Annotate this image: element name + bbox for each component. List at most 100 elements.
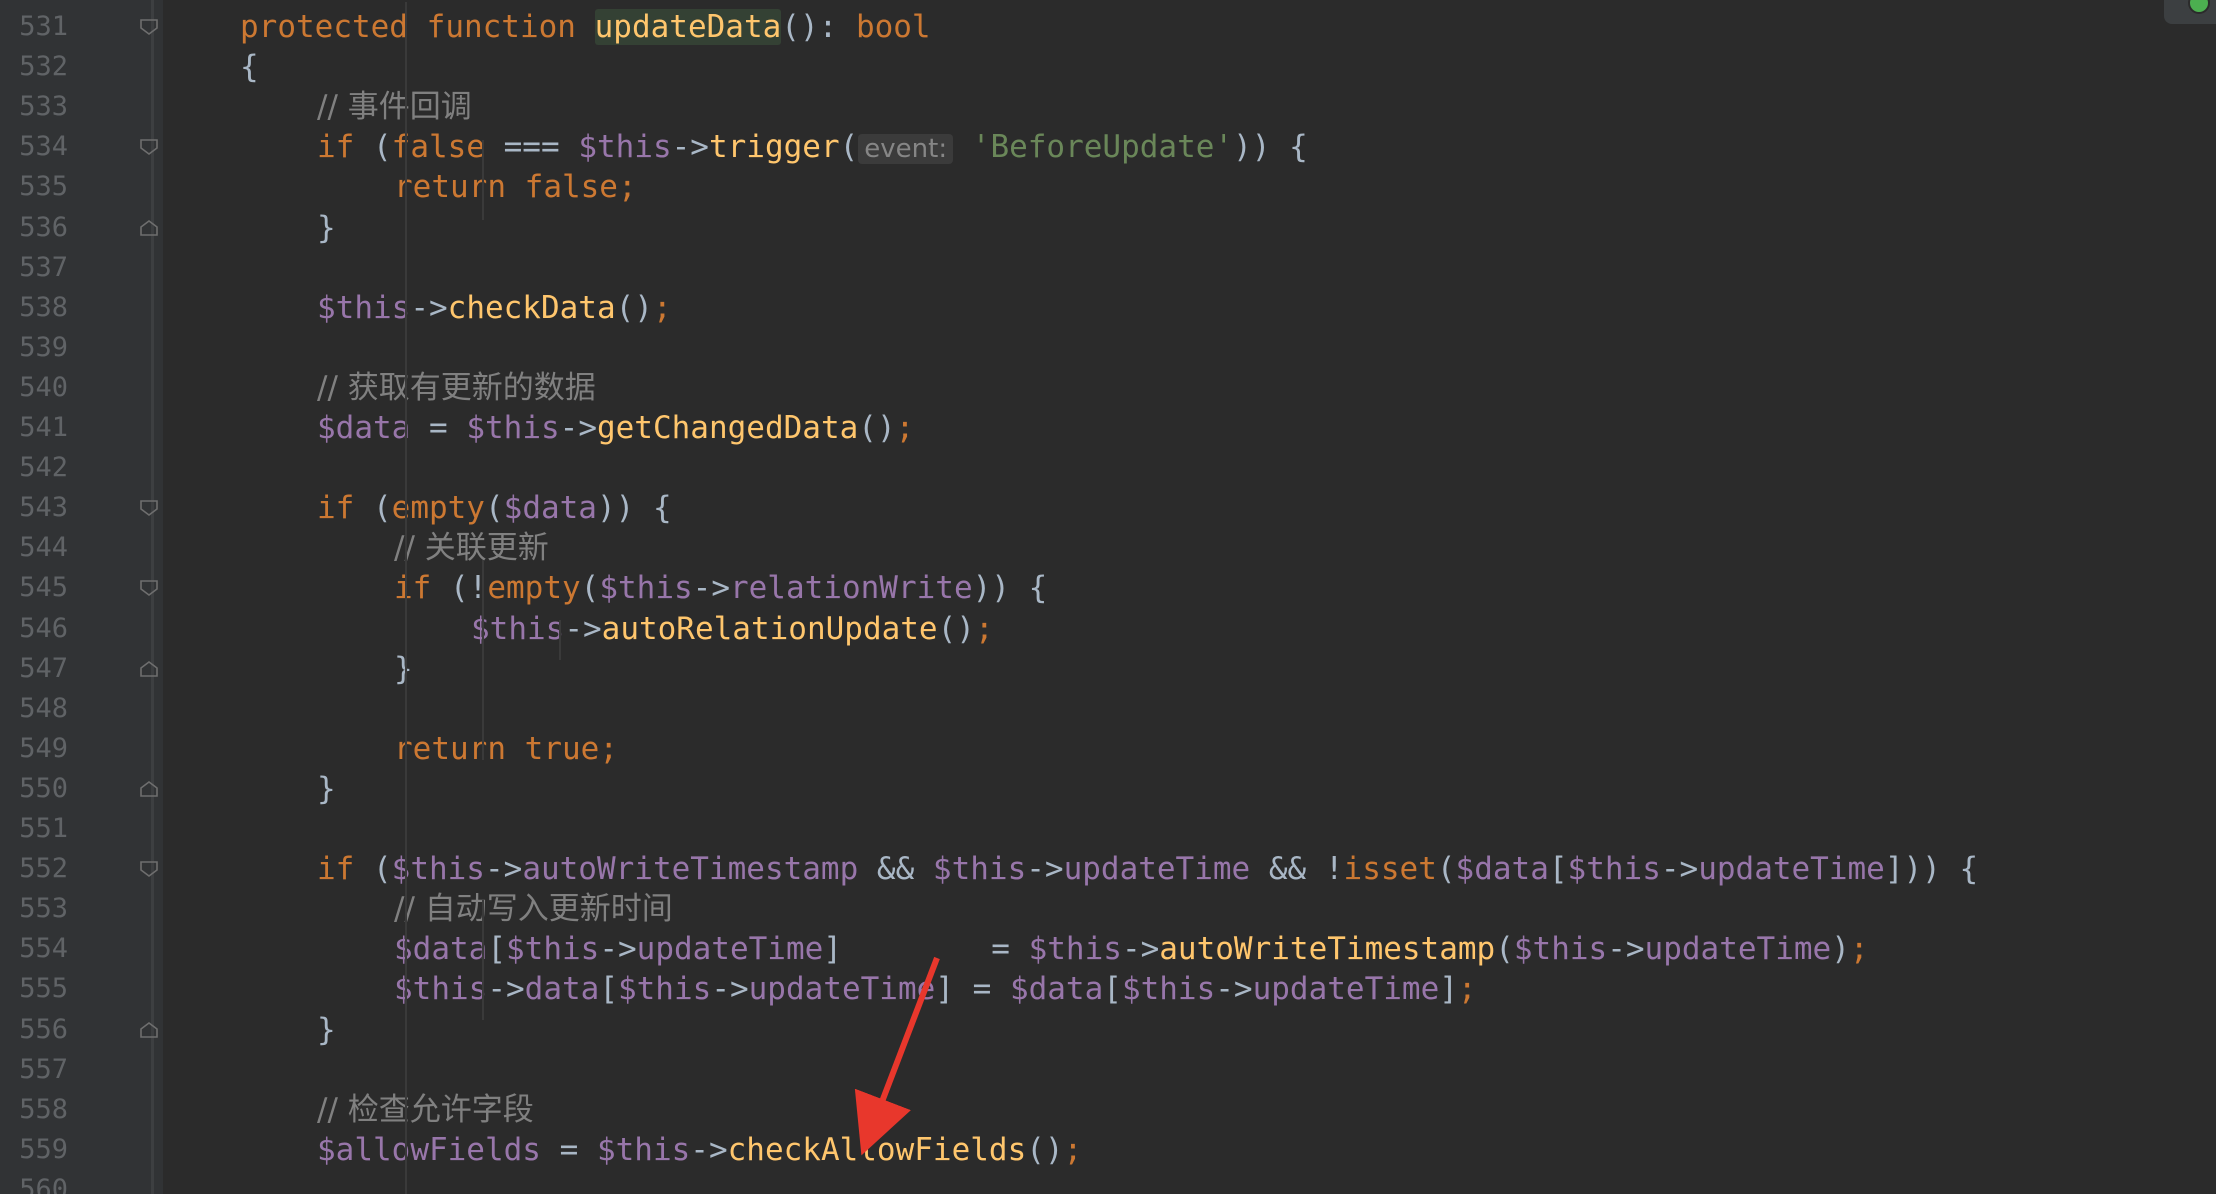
line-number: 558 <box>19 1093 68 1125</box>
code-line[interactable]: 547} <box>0 649 2216 689</box>
line-number: 552 <box>19 853 68 885</box>
code-line[interactable]: 540 // 获取有更新的数据 <box>0 368 2216 408</box>
code-comment: // 获取有更新的数据 <box>317 369 596 406</box>
code-line[interactable]: 543 if (empty($data)) { <box>0 488 2216 528</box>
code-line[interactable]: 539 <box>0 328 2216 368</box>
fold-open-icon[interactable] <box>140 139 158 156</box>
code-token: ; <box>974 610 994 647</box>
code-token: $this <box>1028 931 1122 968</box>
code-line[interactable]: 541 $data = $this->getChangedData(); <box>0 408 2216 448</box>
code-token: updateTime <box>636 931 824 968</box>
code-line[interactable]: 535 return false; <box>0 167 2216 207</box>
code-text[interactable]: if (!empty($this->relationWrite)) { <box>394 568 1047 608</box>
code-token: ( <box>839 129 859 166</box>
code-text[interactable]: $this->checkData(); <box>317 288 672 328</box>
code-text[interactable]: } <box>317 208 336 248</box>
code-text[interactable]: protected function updateData(): bool <box>240 7 931 47</box>
code-line[interactable]: 550} <box>0 769 2216 809</box>
code-line[interactable]: 538 $this->checkData(); <box>0 288 2216 328</box>
code-token: updateTime <box>1063 851 1251 888</box>
code-token: ( <box>580 570 600 607</box>
code-token: bool <box>855 9 931 45</box>
code-line[interactable]: 555 $this->data[$this->updateTime] = $dat… <box>0 969 2216 1009</box>
code-token: $data <box>1009 971 1104 1008</box>
code-text[interactable]: } <box>394 649 413 689</box>
code-line[interactable]: 532 { <box>0 47 2216 87</box>
code-token: [ <box>1548 851 1568 888</box>
fold-open-icon[interactable] <box>140 500 158 517</box>
code-token: () <box>615 289 653 326</box>
fold-close-icon[interactable] <box>140 660 158 677</box>
code-text[interactable]: if (false === $this->trigger(event: 'Bef… <box>317 127 1308 169</box>
code-line[interactable]: 531 protected function updateData(): bool <box>0 7 2216 47</box>
code-line[interactable]: 551 <box>0 809 2216 849</box>
code-token: -> <box>484 851 523 888</box>
code-text[interactable]: return false; <box>394 167 637 207</box>
code-line[interactable]: 537 <box>0 248 2216 288</box>
code-line[interactable]: 556} <box>0 1010 2216 1050</box>
line-number: 550 <box>19 772 68 804</box>
fold-close-icon[interactable] <box>140 780 158 797</box>
code-text[interactable]: // 关联更新 <box>394 528 549 568</box>
fold-open-icon[interactable] <box>140 580 158 597</box>
code-text[interactable]: if (empty($data)) { <box>317 488 672 528</box>
code-line[interactable]: 544 // 关联更新 <box>0 528 2216 568</box>
code-token: ; <box>599 730 618 767</box>
code-token: ; <box>652 289 672 326</box>
code-token: && <box>858 851 933 888</box>
code-line[interactable]: 545 if (!empty($this->relationWrite)) { <box>0 568 2216 608</box>
code-token: empty <box>487 570 581 607</box>
code-line[interactable]: 548 <box>0 689 2216 729</box>
code-token: (): <box>781 9 856 45</box>
code-line[interactable]: 553 // 自动写入更新时间 <box>0 889 2216 929</box>
code-token: -> <box>1026 851 1064 888</box>
fold-close-icon[interactable] <box>140 1021 158 1038</box>
code-text[interactable]: { <box>240 47 259 87</box>
code-line[interactable]: 536} <box>0 208 2216 248</box>
code-line[interactable]: 554 $data[$this->updateTime] = $this->aut… <box>0 929 2216 969</box>
code-token: [ <box>487 931 506 968</box>
code-line[interactable]: 552 if ($this->autoWriteTimestamp && $thi… <box>0 849 2216 889</box>
code-text[interactable]: $this->data[$this->updateTime] = $data[$… <box>394 969 1477 1009</box>
code-text[interactable]: $data[$this->updateTime] = $this->autoWr… <box>394 929 1869 969</box>
code-line[interactable]: 533 // 事件回调 <box>0 87 2216 127</box>
code-text[interactable]: // 检查允许字段 <box>317 1090 534 1130</box>
code-token: ( <box>354 490 392 527</box>
code-token: if <box>317 851 355 888</box>
code-line[interactable]: 546 $this->autoRelationUpdate(); <box>0 609 2216 649</box>
code-token: updateTime <box>1644 931 1832 968</box>
code-token: $this <box>466 410 560 446</box>
line-number: 545 <box>19 572 68 604</box>
code-line[interactable]: 558 // 检查允许字段 <box>0 1090 2216 1130</box>
line-number: 560 <box>19 1173 68 1194</box>
code-token: { <box>240 49 259 86</box>
code-line[interactable]: 542 <box>0 448 2216 488</box>
fold-open-icon[interactable] <box>140 861 158 878</box>
code-text[interactable]: // 事件回调 <box>317 87 472 127</box>
line-number: 543 <box>19 492 68 524</box>
code-line[interactable]: 534 if (false === $this->trigger(event: '… <box>0 127 2216 167</box>
fold-open-icon[interactable] <box>140 19 158 35</box>
code-line[interactable]: 559 $allowFields = $this->checkAllowField… <box>0 1130 2216 1170</box>
code-text[interactable]: $this->autoRelationUpdate(); <box>471 609 994 649</box>
code-line[interactable]: 560 <box>0 1170 2216 1194</box>
code-text[interactable]: return true; <box>394 729 618 769</box>
code-token: ; <box>617 169 637 206</box>
code-text[interactable]: if ($this->autoWriteTimestamp && $this->… <box>317 849 1978 889</box>
code-text[interactable]: } <box>317 769 336 809</box>
code-token: ( <box>354 851 392 888</box>
code-text[interactable]: $allowFields = $this->checkAllowFields()… <box>317 1130 1082 1170</box>
code-token: [ <box>1103 971 1122 1008</box>
code-token: $this <box>617 971 712 1008</box>
code-line[interactable]: 549 return true; <box>0 729 2216 769</box>
code-line[interactable]: 557 <box>0 1050 2216 1090</box>
code-token: function <box>426 9 576 45</box>
code-text[interactable]: // 获取有更新的数据 <box>317 368 596 408</box>
code-text[interactable]: // 自动写入更新时间 <box>394 889 673 929</box>
code-token: } <box>317 209 336 246</box>
code-editor[interactable]: 531 protected function updateData(): bool… <box>0 0 2216 1194</box>
fold-close-icon[interactable] <box>140 219 158 236</box>
code-text[interactable]: } <box>317 1010 336 1050</box>
code-token: -> <box>487 971 525 1008</box>
